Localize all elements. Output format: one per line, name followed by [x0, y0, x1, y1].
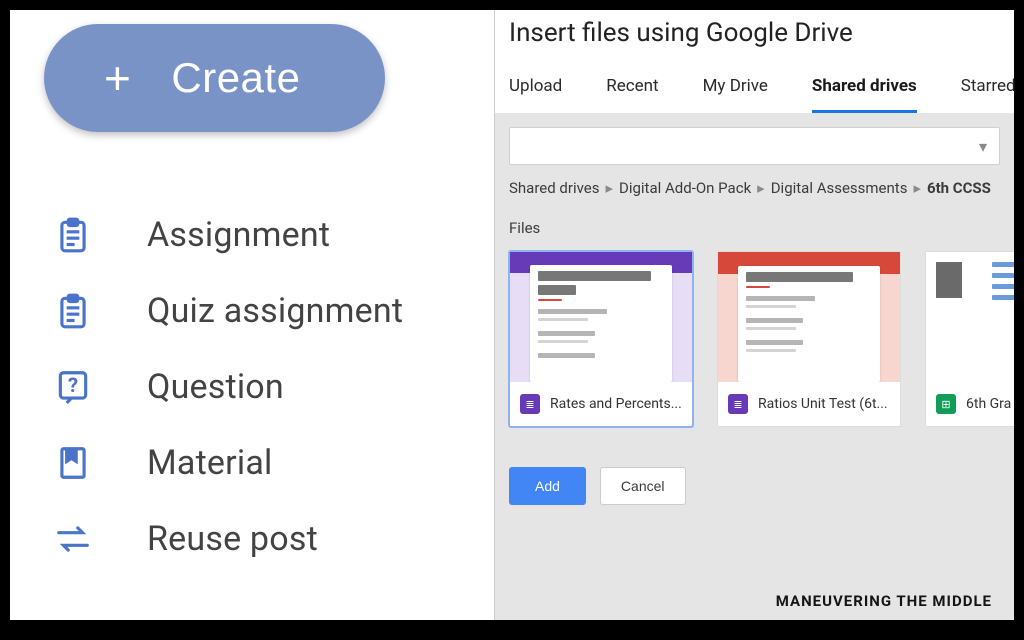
menu-item-material[interactable]: Material: [54, 425, 494, 501]
create-menu: Assignment Quiz assignment ? Question Ma…: [24, 197, 494, 577]
tab-upload[interactable]: Upload: [509, 66, 562, 113]
tab-recent[interactable]: Recent: [606, 66, 658, 113]
tab-starred[interactable]: Starred: [961, 66, 1016, 113]
search-dropdown[interactable]: ▾: [509, 127, 1000, 165]
file-name: 6th Gra: [966, 396, 1011, 412]
files-label: Files: [495, 203, 1014, 245]
plus-icon: +: [104, 55, 131, 101]
menu-label: Quiz assignment: [147, 291, 403, 331]
menu-label: Material: [147, 443, 272, 483]
clipboard-icon: [54, 292, 92, 330]
file-card[interactable]: ⊞ 6th Gra: [925, 251, 1014, 427]
menu-item-question[interactable]: ? Question: [54, 349, 494, 425]
file-card[interactable]: ≣ Rates and Percents...: [509, 251, 693, 427]
crumb[interactable]: Digital Add-On Pack: [619, 179, 751, 197]
dialog-title: Insert files using Google Drive: [495, 10, 1014, 62]
tab-my-drive[interactable]: My Drive: [703, 66, 768, 113]
menu-item-reuse-post[interactable]: Reuse post: [54, 501, 494, 577]
crumb-current: 6th CCSS: [927, 179, 991, 197]
file-name: Ratios Unit Test (6t...: [758, 396, 888, 412]
menu-label: Question: [147, 367, 284, 407]
file-thumbnail: [926, 252, 1014, 382]
create-button[interactable]: + Create: [44, 24, 385, 132]
menu-label: Assignment: [147, 215, 330, 255]
dialog-actions: Add Cancel: [495, 457, 1014, 515]
tab-shared-drives[interactable]: Shared drives: [812, 66, 917, 113]
svg-text:?: ?: [68, 374, 78, 398]
create-label: Create: [171, 54, 300, 102]
picker-body: ▾ Shared drives ▸ Digital Add-On Pack ▸ …: [495, 113, 1014, 620]
sheets-icon: ⊞: [936, 394, 956, 414]
file-name: Rates and Percents...: [550, 396, 682, 412]
question-icon: ?: [54, 368, 92, 406]
add-button[interactable]: Add: [509, 467, 586, 505]
bookmark-page-icon: [54, 444, 92, 482]
reuse-arrows-icon: [54, 520, 92, 558]
crumb[interactable]: Shared drives: [509, 179, 599, 197]
breadcrumb: Shared drives ▸ Digital Add-On Pack ▸ Di…: [495, 179, 1014, 203]
picker-tabs: Upload Recent My Drive Shared drives Sta…: [495, 62, 1014, 113]
chevron-right-icon: ▸: [757, 179, 765, 197]
watermark-text: MANEUVERING THE MIDDLE: [776, 592, 992, 610]
drive-picker-dialog: Insert files using Google Drive Upload R…: [495, 10, 1014, 620]
menu-item-assignment[interactable]: Assignment: [54, 197, 494, 273]
chevron-right-icon: ▸: [913, 179, 921, 197]
classroom-create-panel: + Create Assignment Quiz assignment ?: [10, 10, 495, 620]
menu-label: Reuse post: [147, 519, 318, 559]
files-grid: ≣ Rates and Percents...: [495, 245, 1014, 457]
file-card[interactable]: ≣ Ratios Unit Test (6t...: [717, 251, 901, 427]
forms-icon: ≣: [520, 394, 540, 414]
menu-item-quiz-assignment[interactable]: Quiz assignment: [54, 273, 494, 349]
crumb[interactable]: Digital Assessments: [771, 179, 908, 197]
forms-icon: ≣: [728, 394, 748, 414]
file-thumbnail: [510, 252, 692, 382]
clipboard-icon: [54, 216, 92, 254]
dropdown-arrow-icon: ▾: [979, 137, 987, 156]
cancel-button[interactable]: Cancel: [600, 467, 686, 505]
chevron-right-icon: ▸: [605, 179, 613, 197]
file-thumbnail: [718, 252, 900, 382]
